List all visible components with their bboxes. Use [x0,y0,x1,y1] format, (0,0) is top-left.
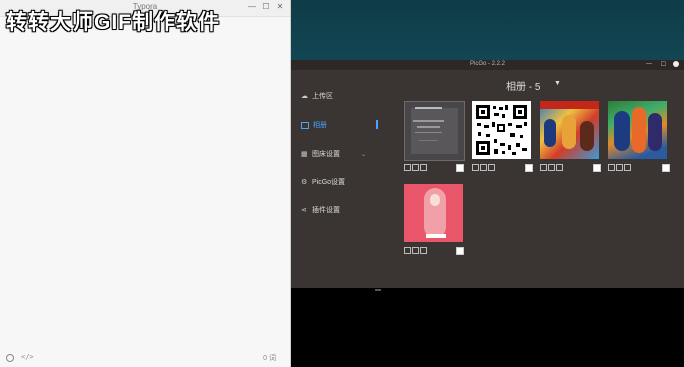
thumbnail-checkbox[interactable] [456,247,464,255]
gallery-thumbnail-qr-code[interactable] [472,101,531,159]
caret-down-icon[interactable]: ▼ [554,80,561,87]
sidebar-item-image-host-settings[interactable]: ▦ 图床设置 [301,149,340,161]
picgo-titlebar: PicGo - 2.2.2 — ☐ [291,60,684,70]
gallery-thumbnail-anime-pink[interactable] [404,184,463,242]
close-button[interactable]: ✕ [274,2,286,11]
gallery-thumbnail-anime-group-2[interactable] [608,101,667,159]
thumbnail-actions [404,164,428,171]
thumbnail-checkbox[interactable] [662,164,670,172]
sidebar-item-upload[interactable]: ☁ 上传区 [301,91,333,103]
word-count[interactable]: 0 词 [263,353,276,363]
edit-icon[interactable] [548,164,555,171]
desktop-mark [375,289,381,291]
image-icon [301,121,309,129]
picgo-sidebar: ☁上传区 相册 ▦图床设置 ⌄ ⚙PicGo设置 ⋖插件设置 i [291,70,381,297]
copy-icon[interactable] [608,164,615,171]
picgo-window: PicGo - 2.2.2 — ☐ ☁ 上传区 相册 ▦ 图床设置 ⌄ ⚙ PicGo… [291,60,684,297]
thumbnail-actions [472,164,496,171]
copy-icon[interactable] [472,164,479,171]
delete-icon[interactable] [420,247,427,254]
chevron-down-icon[interactable]: ⌄ [361,151,366,158]
thumbnail-checkbox[interactable] [593,164,601,172]
edit-icon[interactable] [616,164,623,171]
minimize-button[interactable]: — [246,2,258,11]
sidebar-item-album[interactable]: 相册 [301,120,327,132]
grid-icon: ▦ [301,150,308,158]
share-icon: ⋖ [301,206,307,214]
cloud-upload-icon: ☁ [301,92,308,100]
thumbnail-actions [608,164,632,171]
watermark-text: 转转大师GIF制作软件 [6,11,220,34]
typora-footer: </> 0 词 [0,350,290,367]
copy-icon[interactable] [540,164,547,171]
gear-icon: ⚙ [301,178,308,186]
sidebar-item-picgo-settings[interactable]: ⚙ PicGo设置 [301,177,345,189]
delete-icon[interactable] [556,164,563,171]
copy-icon[interactable] [404,247,411,254]
desktop-bottom [291,288,684,367]
picgo-maximize-button[interactable]: ☐ [661,61,666,68]
qr-code-image [476,105,527,155]
edit-icon[interactable] [412,247,419,254]
delete-icon[interactable] [488,164,495,171]
gallery-thumbnail-anime-group-1[interactable] [540,101,599,159]
sidebar-item-plugin-settings[interactable]: ⋖ 插件设置 [301,205,340,217]
picgo-minimize-button[interactable]: — [646,61,652,67]
thumbnail-checkbox[interactable] [456,164,464,172]
delete-icon[interactable] [624,164,631,171]
album-title: 相册 - 5 [506,82,541,93]
edit-icon[interactable] [412,164,419,171]
picgo-close-button[interactable] [673,61,679,67]
sidebar-toggle-icon[interactable] [6,354,14,362]
thumbnail-actions [404,247,428,254]
gallery-thumbnail-screenshot[interactable] [404,101,465,161]
picgo-title: PicGo - 2.2.2 [469,61,505,67]
delete-icon[interactable] [420,164,427,171]
edit-icon[interactable] [480,164,487,171]
thumbnail-actions [540,164,564,171]
typora-window: Typora — ☐ ✕ </> 0 词 [0,0,291,367]
thumbnail-checkbox[interactable] [525,164,533,172]
desktop-background [291,0,684,62]
copy-icon[interactable] [404,164,411,171]
maximize-button[interactable]: ☐ [260,2,272,11]
active-indicator [376,120,378,129]
thumbnail-image [411,108,458,154]
source-code-toggle-icon[interactable]: </> [21,353,34,361]
